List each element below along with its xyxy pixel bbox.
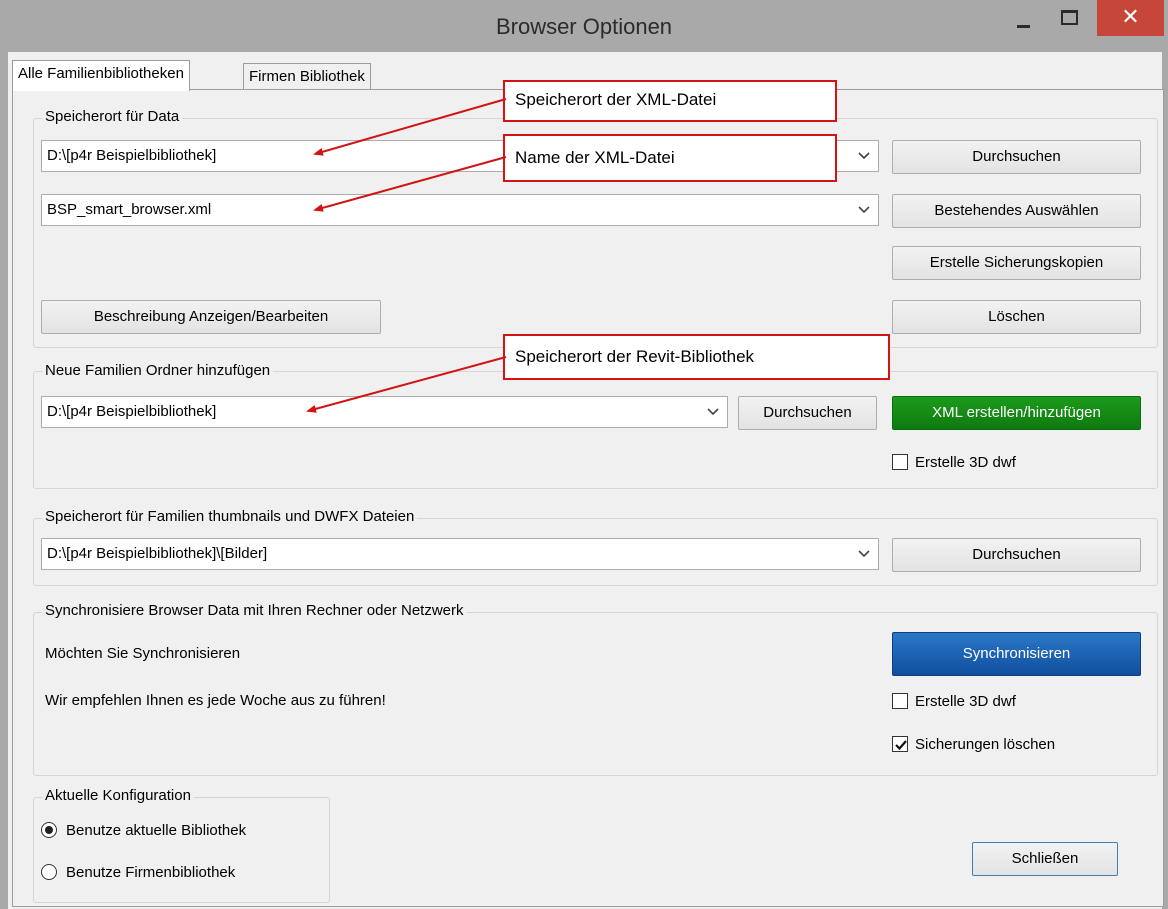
chevron-down-icon <box>707 408 719 416</box>
delete-button[interactable]: Löschen <box>892 300 1141 334</box>
thumbnails-browse-button[interactable]: Durchsuchen <box>892 538 1141 572</box>
sync-button[interactable]: Synchronisieren <box>892 632 1141 676</box>
tab-firmen-bibliothek[interactable]: Firmen Bibliothek <box>243 63 371 90</box>
checkbox-box[interactable] <box>892 454 908 470</box>
delete-backups-checkbox[interactable]: Sicherungen löschen <box>892 734 1122 756</box>
new-folders-browse-button[interactable]: Durchsuchen <box>738 396 877 430</box>
title-bar[interactable]: Browser Optionen ✕ <box>0 0 1168 52</box>
checkbox-label: Sicherungen löschen <box>915 736 1056 753</box>
new-folders-path-combo[interactable]: D:\[p4r Beispielbibliothek] <box>41 396 728 428</box>
description-button[interactable]: Beschreibung Anzeigen/Bearbeiten <box>41 300 381 334</box>
select-existing-button[interactable]: Bestehendes Auswählen <box>892 194 1141 228</box>
xml-create-button[interactable]: XML erstellen/hinzufügen <box>892 396 1141 430</box>
checkbox-box[interactable] <box>892 736 908 752</box>
maximize-icon <box>1061 10 1078 25</box>
minimize-button[interactable] <box>1003 6 1045 36</box>
checkbox-box[interactable] <box>892 693 908 709</box>
close-button[interactable]: ✕ <box>1097 0 1164 36</box>
chevron-down-icon <box>858 206 870 214</box>
maximize-button[interactable] <box>1048 6 1090 36</box>
browser-options-window: Browser Optionen ✕ Alle Familienbiblioth… <box>0 0 1168 909</box>
thumbnails-group-label: Speicherort für Familien thumbnails und … <box>42 507 418 527</box>
chevron-down-icon <box>858 152 870 160</box>
new-folders-group-label: Neue Familien Ordner hinzufügen <box>42 361 274 381</box>
config-group <box>33 797 330 903</box>
callout-revit-location: Speicherort der Revit-Bibliothek <box>503 334 890 380</box>
radio-circle[interactable] <box>41 864 57 880</box>
sync-question: Möchten Sie Synchronisieren <box>45 645 241 662</box>
storage-group-label: Speicherort für Data <box>42 107 183 127</box>
radio-selected-dot <box>45 826 53 834</box>
radio-company-library[interactable]: Benutze Firmenbibliothek <box>41 862 321 884</box>
sync-3d-checkbox[interactable]: Erstelle 3D dwf <box>892 691 1092 713</box>
create-backups-button[interactable]: Erstelle Sicherungskopien <box>892 246 1141 280</box>
checkbox-label: Erstelle 3D dwf <box>915 454 1016 471</box>
radio-circle[interactable] <box>41 822 57 838</box>
new-folders-path-value: D:\[p4r Beispielbibliothek] <box>47 403 217 420</box>
tab-alle-familienbibliotheken[interactable]: Alle Familienbibliotheken <box>12 60 190 91</box>
window-frame-left <box>0 52 8 909</box>
thumbnails-path-value: D:\[p4r Beispielbibliothek]\[Bilder] <box>47 545 268 562</box>
radio-label: Benutze aktuelle Bibliothek <box>66 822 247 839</box>
new-folders-3d-checkbox[interactable]: Erstelle 3D dwf <box>892 452 1092 474</box>
thumbnails-path-combo[interactable]: D:\[p4r Beispielbibliothek]\[Bilder] <box>41 538 879 570</box>
close-icon: ✕ <box>1121 4 1140 29</box>
sync-group-label: Synchronisiere Browser Data mit Ihren Re… <box>42 601 467 621</box>
radio-label: Benutze Firmenbibliothek <box>66 864 236 881</box>
checkbox-label: Erstelle 3D dwf <box>915 693 1016 710</box>
radio-current-library[interactable]: Benutze aktuelle Bibliothek <box>41 820 321 842</box>
xml-file-combo[interactable]: BSP_smart_browser.xml <box>41 194 879 226</box>
close-dialog-button[interactable]: Schließen <box>972 842 1118 876</box>
checkmark-icon <box>895 740 907 751</box>
config-group-label: Aktuelle Konfiguration <box>42 786 194 806</box>
window-title: Browser Optionen <box>495 14 673 39</box>
sync-recommendation: Wir empfehlen Ihnen es jede Woche aus zu… <box>45 692 386 709</box>
chevron-down-icon <box>858 550 870 558</box>
callout-xml-location: Speicherort der XML-Datei <box>503 80 837 122</box>
minimize-icon <box>1017 25 1030 28</box>
xml-file-value: BSP_smart_browser.xml <box>47 201 212 218</box>
callout-xml-name: Name der XML-Datei <box>503 134 837 182</box>
storage-path-value: D:\[p4r Beispielbibliothek] <box>47 147 217 164</box>
storage-browse-button[interactable]: Durchsuchen <box>892 140 1141 174</box>
